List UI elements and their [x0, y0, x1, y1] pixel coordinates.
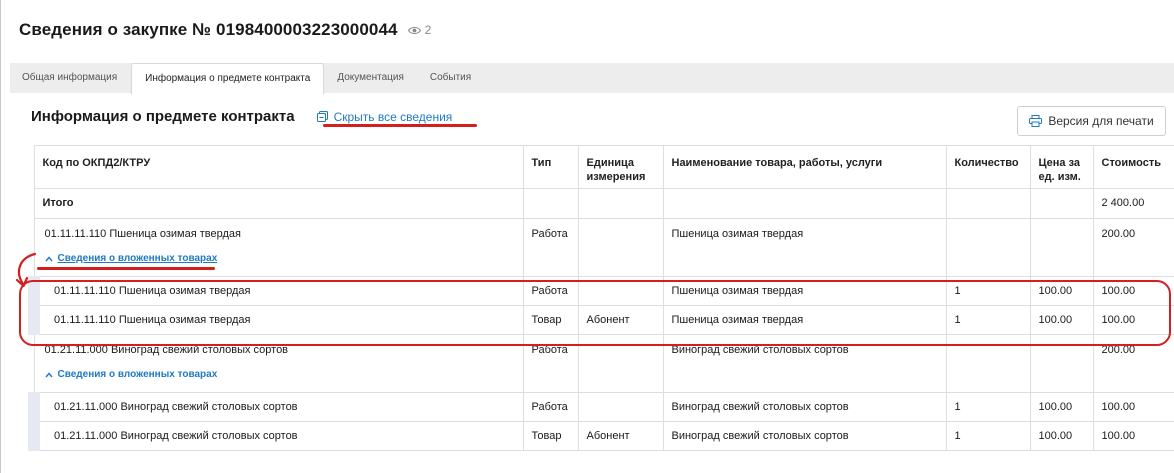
tab-events[interactable]: События: [417, 63, 484, 93]
chevron-up-icon: [44, 255, 53, 261]
group-type: Работа: [522, 334, 579, 393]
child-unit: Абонент: [577, 305, 664, 335]
child-cost: 100.00: [1092, 305, 1174, 335]
tab-general-info[interactable]: Общая информация: [10, 63, 131, 93]
views-counter: 2: [407, 23, 432, 37]
child-code: 01.11.11.110 Пшеница озимая твердая: [28, 305, 524, 335]
total-label: Итого: [33, 188, 524, 219]
eye-icon: [407, 26, 421, 34]
child-unit: Абонент: [577, 421, 664, 451]
group-type: Работа: [522, 218, 579, 277]
child-qty: 1: [945, 421, 1031, 451]
title-row: Сведения о закупке № 0198400003223000044…: [19, 18, 431, 42]
annotation-underline: [323, 124, 477, 127]
group-name: Виноград свежий столовых сортов: [662, 334, 947, 393]
child-price: 100.00: [1029, 392, 1094, 422]
tab-contract-subject[interactable]: Информация о предмете контракта: [131, 63, 325, 94]
nested-goods-label: Сведения о вложенных товарах: [57, 253, 218, 264]
child-code: 01.21.11.000 Виноград свежий столовых со…: [28, 392, 524, 422]
child-price: 100.00: [1029, 421, 1094, 451]
child-cost: 100.00: [1092, 392, 1174, 422]
column-header-code: Код по ОКПД2/КТРУ: [33, 145, 524, 189]
child-type: Товар: [522, 421, 579, 451]
group-code: 01.21.11.000 Виноград свежий столовых со…: [44, 344, 289, 356]
child-name: Пшеница озимая твердая: [662, 305, 947, 335]
total-cost: 2 400.00: [1092, 188, 1174, 219]
nested-goods-toggle[interactable]: Сведения о вложенных товарах: [44, 253, 515, 264]
page-frame: Сведения о закупке № 0198400003223000044…: [0, 0, 1174, 473]
section-title: Информация о предмете контракта: [31, 108, 295, 125]
views-count: 2: [424, 23, 432, 37]
child-qty: 1: [945, 392, 1031, 422]
column-header-qty: Количество: [945, 145, 1031, 189]
child-type: Товар: [522, 305, 579, 335]
child-cost: 100.00: [1092, 421, 1174, 451]
child-type: Работа: [522, 276, 579, 306]
child-unit: [577, 276, 664, 306]
chevron-up-icon: [44, 371, 53, 377]
printer-icon: [1029, 115, 1043, 127]
column-header-cost: Стоимость: [1092, 145, 1174, 189]
child-unit: [577, 392, 664, 422]
nested-goods-label: Сведения о вложенных товарах: [57, 369, 218, 380]
child-price: 100.00: [1029, 305, 1094, 335]
print-version-button[interactable]: Версия для печати: [1017, 106, 1166, 136]
child-code: 01.21.11.000 Виноград свежий столовых со…: [28, 421, 524, 451]
child-code: 01.11.11.110 Пшеница озимая твердая: [28, 276, 524, 306]
tabs: Общая информация Информация о предмете к…: [10, 63, 484, 94]
tab-documentation[interactable]: Документация: [324, 63, 417, 93]
child-name: Виноград свежий столовых сортов: [662, 392, 947, 422]
table-header-row: Код по ОКПД2/КТРУ Тип Единица измерения …: [33, 145, 1174, 189]
child-price: 100.00: [1029, 276, 1094, 306]
table-row: 01.11.11.110 Пшеница озимая твердая Рабо…: [28, 276, 1174, 306]
group-cost: 200.00: [1092, 334, 1174, 393]
column-header-name: Наименование товара, работы, услуги: [662, 145, 947, 189]
group-cost: 200.00: [1092, 218, 1174, 277]
nested-goods-toggle[interactable]: Сведения о вложенных товарах: [44, 369, 515, 380]
group-name: Пшеница озимая твердая: [662, 218, 947, 277]
hide-all-link[interactable]: Скрыть все сведения: [316, 109, 453, 124]
section-header: Информация о предмете контракта Скрыть в…: [31, 108, 452, 125]
group-row: 01.21.11.000 Виноград свежий столовых со…: [33, 334, 1174, 393]
child-type: Работа: [522, 392, 579, 422]
column-header-price: Цена за ед. изм.: [1029, 145, 1094, 189]
print-version-label: Версия для печати: [1048, 114, 1154, 128]
child-qty: 1: [945, 305, 1031, 335]
table-row: 01.21.11.000 Виноград свежий столовых со…: [28, 421, 1174, 451]
column-header-unit: Единица измерения: [577, 145, 664, 189]
total-row: Итого 2 400.00: [33, 188, 1174, 219]
child-qty: 1: [945, 276, 1031, 306]
contract-items-table: Код по ОКПД2/КТРУ Тип Единица измерения …: [28, 145, 1174, 451]
table-row: 01.11.11.110 Пшеница озимая твердая Това…: [28, 305, 1174, 335]
collapse-icon: [316, 111, 328, 122]
group-code-cell: 01.21.11.000 Виноград свежий столовых со…: [33, 334, 524, 393]
annotation-underline: [37, 267, 215, 270]
page-title: Сведения о закупке № 0198400003223000044: [19, 20, 398, 39]
table-row: 01.21.11.000 Виноград свежий столовых со…: [28, 392, 1174, 422]
child-cost: 100.00: [1092, 276, 1174, 306]
group-code: 01.11.11.110 Пшеница озимая твердая: [44, 228, 242, 240]
column-header-type: Тип: [522, 145, 579, 189]
child-name: Виноград свежий столовых сортов: [662, 421, 947, 451]
hide-all-label: Скрыть все сведения: [333, 109, 453, 124]
child-name: Пшеница озимая твердая: [662, 276, 947, 306]
